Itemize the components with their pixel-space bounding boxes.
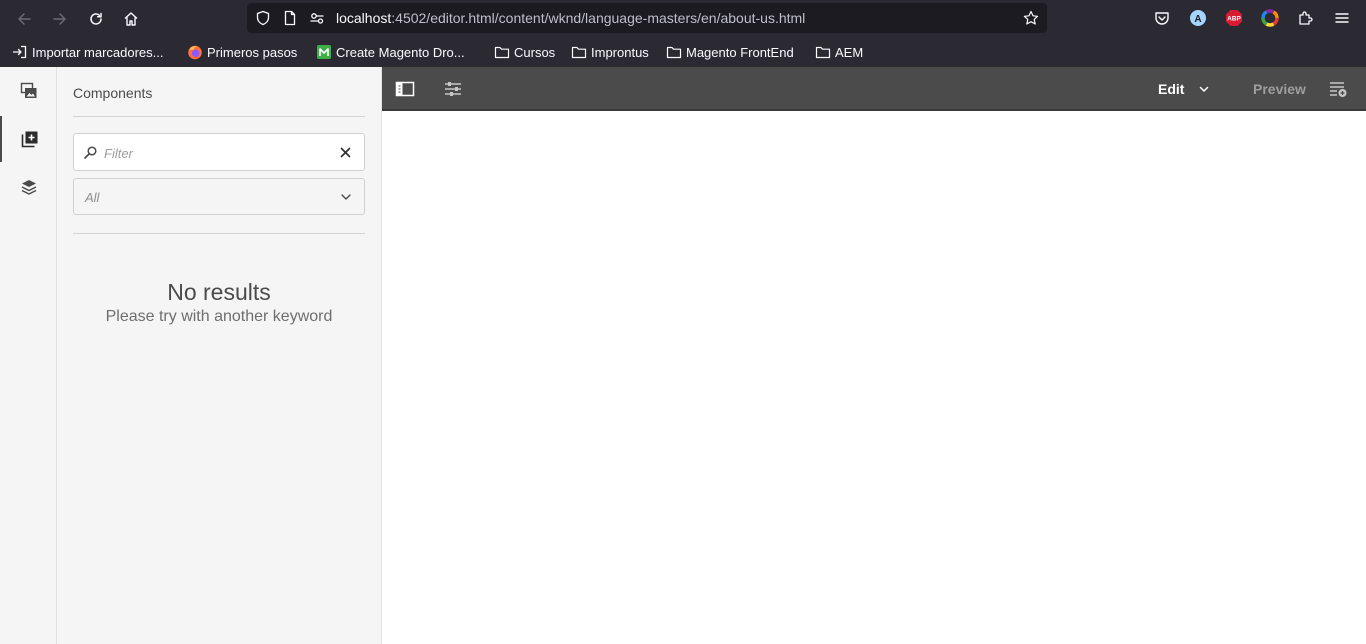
account-initial: A bbox=[1194, 14, 1201, 25]
bookmark-folder-cursos[interactable]: Cursos bbox=[494, 44, 555, 60]
divider bbox=[73, 116, 365, 117]
adblock-label: ABP bbox=[1227, 16, 1241, 23]
shield-icon[interactable] bbox=[255, 10, 271, 26]
bookmark-folder-magento-frontend[interactable]: Magento FrontEnd bbox=[666, 44, 794, 60]
page-canvas[interactable] bbox=[382, 111, 1366, 644]
side-rail bbox=[0, 67, 57, 644]
reload-icon[interactable] bbox=[83, 6, 109, 32]
components-icon bbox=[21, 131, 37, 148]
folder-icon bbox=[494, 46, 510, 59]
url-text[interactable]: localhost:4502/editor.html/content/wknd/… bbox=[336, 10, 805, 26]
bookmark-label: Magento FrontEnd bbox=[686, 44, 794, 60]
no-results-title: No results bbox=[167, 279, 271, 305]
adblock-icon[interactable]: ABP bbox=[1225, 9, 1243, 27]
filter-input[interactable] bbox=[104, 143, 324, 163]
no-results-message: No results Please try with another keywo… bbox=[73, 277, 365, 327]
bookmarks-bar: Importar marcadores... Primeros pasos Cr… bbox=[0, 37, 1366, 67]
folder-icon bbox=[666, 46, 682, 59]
annotations-icon[interactable] bbox=[1328, 80, 1348, 98]
folder-icon bbox=[571, 46, 587, 59]
account-icon[interactable]: A bbox=[1189, 9, 1207, 27]
search-icon bbox=[84, 146, 97, 159]
components-panel: Components All No results Please try wit… bbox=[57, 67, 382, 644]
url-bar[interactable]: localhost:4502/editor.html/content/wknd/… bbox=[247, 3, 1047, 33]
panel-title: Components bbox=[73, 85, 153, 101]
browser-toolbar: localhost:4502/editor.html/content/wknd/… bbox=[0, 0, 1366, 37]
bookmark-label: AEM bbox=[835, 44, 864, 60]
bookmark-folder-aem[interactable]: AEM bbox=[815, 44, 863, 60]
bookmark-label: Create Magento Dro... bbox=[336, 44, 465, 60]
connection-icon[interactable] bbox=[309, 10, 325, 26]
import-icon bbox=[12, 45, 27, 59]
page-properties-icon[interactable] bbox=[443, 80, 463, 98]
toggle-side-panel-icon[interactable] bbox=[395, 80, 415, 98]
content-tree-icon bbox=[21, 180, 36, 195]
chevron-down-icon[interactable] bbox=[1199, 86, 1209, 93]
bookmark-label: Importar marcadores... bbox=[32, 44, 164, 60]
color-wheel-icon[interactable] bbox=[1261, 9, 1279, 27]
url-path: :4502/editor.html/content/wknd/language-… bbox=[391, 10, 806, 26]
star-icon[interactable] bbox=[1023, 10, 1039, 26]
pocket-icon[interactable] bbox=[1153, 9, 1171, 27]
bookmark-label: Cursos bbox=[514, 44, 556, 60]
home-icon[interactable] bbox=[118, 6, 144, 32]
bookmark-folder-improntus[interactable]: Improntus bbox=[571, 44, 649, 60]
puzzle-icon[interactable] bbox=[1297, 9, 1315, 27]
folder-icon bbox=[815, 46, 831, 59]
rail-content-tree-button[interactable] bbox=[0, 164, 57, 210]
bookmark-label: Improntus bbox=[591, 44, 649, 60]
bookmark-label: Primeros pasos bbox=[207, 44, 298, 60]
magento-icon bbox=[317, 45, 331, 59]
preview-button[interactable]: Preview bbox=[1253, 81, 1306, 97]
bookmark-primeros-pasos[interactable]: Primeros pasos bbox=[187, 44, 297, 60]
assets-icon bbox=[20, 82, 36, 98]
hamburger-menu-icon[interactable] bbox=[1333, 9, 1351, 27]
rail-components-button[interactable] bbox=[0, 116, 57, 162]
no-results-subtitle: Please try with another keyword bbox=[105, 308, 333, 325]
mode-selector[interactable]: Edit bbox=[1158, 81, 1184, 97]
forward-arrow-icon[interactable] bbox=[47, 6, 73, 32]
page-icon[interactable] bbox=[282, 10, 298, 26]
firefox-icon bbox=[188, 45, 202, 60]
bookmark-importar-marcadores[interactable]: Importar marcadores... bbox=[12, 44, 164, 60]
rail-assets-button[interactable] bbox=[0, 68, 57, 114]
chevron-down-icon bbox=[341, 194, 351, 200]
editor-toolbar: Edit Preview bbox=[382, 67, 1366, 111]
url-host: localhost bbox=[336, 10, 392, 26]
divider bbox=[73, 233, 365, 234]
clear-icon[interactable] bbox=[340, 147, 351, 158]
filter-field[interactable] bbox=[73, 133, 365, 171]
component-group-select[interactable]: All bbox=[73, 178, 365, 215]
bookmark-create-magento[interactable]: Create Magento Dro... bbox=[316, 44, 465, 60]
select-value: All bbox=[85, 190, 100, 205]
back-arrow-icon[interactable] bbox=[11, 6, 37, 32]
